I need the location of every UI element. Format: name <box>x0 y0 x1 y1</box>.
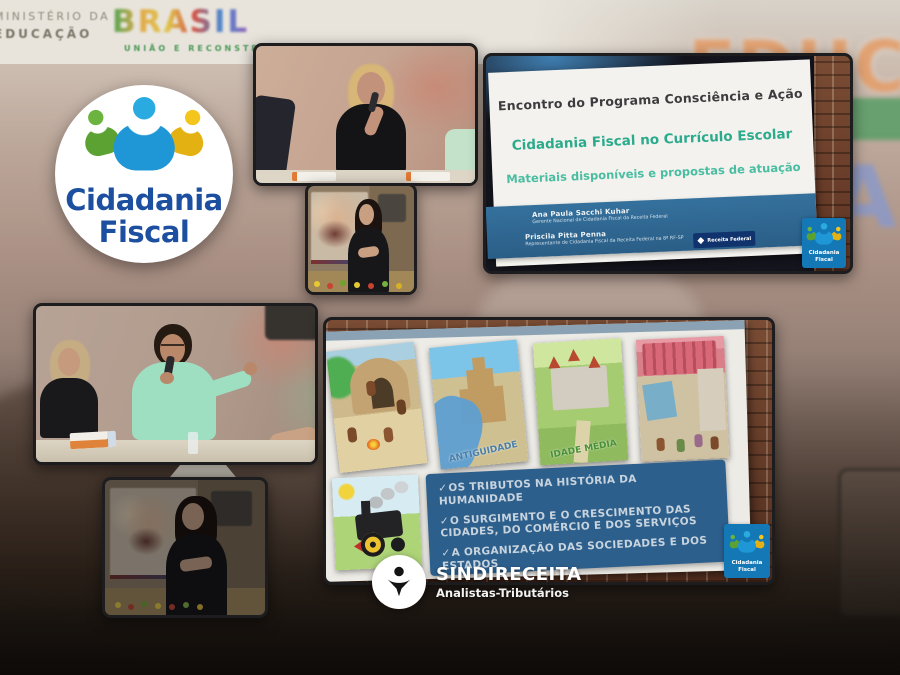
slide-intro-page: Encontro do Programa Consciência e Ação … <box>488 59 818 266</box>
interpreter-torso-shape <box>348 228 388 294</box>
interpreter-scene <box>308 186 414 292</box>
roof-shape <box>547 350 560 369</box>
brasil-gov-logo: BRASIL <box>112 4 249 40</box>
ministry-label: MINISTÉRIO DA EDUCAÇÃO <box>0 10 110 41</box>
speaker2-torso-shape <box>132 362 216 440</box>
mini-logo-line2: Fiscal <box>724 567 770 573</box>
ministry-line1: MINISTÉRIO DA <box>0 10 110 23</box>
water-glass-shape <box>188 432 198 454</box>
sindireceita-logo: SINDIRECEITA Analistas-Tributários <box>372 555 632 615</box>
receita-federal-logo: Receita Federal <box>693 231 756 249</box>
bullet-text: O SURGIMENTO E O CRESCIMENTO DAS CIDADES… <box>440 503 697 540</box>
slide-intro-subheading: Materiais disponíveis e propostas de atu… <box>492 159 814 186</box>
smoke-shape <box>394 481 409 494</box>
figures-shape <box>656 438 665 451</box>
roof-shape <box>567 343 580 362</box>
mic-hand-shape <box>160 372 174 384</box>
interpreter2-scene <box>105 480 265 615</box>
interpreter-face-shape <box>359 204 374 225</box>
mini-logo-line1: Cidadania <box>724 560 770 566</box>
history-card-middle-ages: IDADE MÉDIA <box>533 338 628 465</box>
person-blue-icon <box>738 531 756 555</box>
slide-history-page: ANTIGUIDADE IDADE MÉDIA <box>323 320 751 582</box>
roof-shape <box>587 349 600 368</box>
receita-federal-emblem-icon <box>697 237 704 244</box>
sindireceita-emblem-icon <box>372 555 426 609</box>
ministry-line2: EDUCAÇÃO <box>0 27 110 41</box>
slide-intro-panel: Encontro do Programa Consciência e Ação … <box>483 53 853 274</box>
photo-interpreter2-panel <box>102 477 268 618</box>
cidadania-fiscal-mini-logo: Cidadania Fiscal <box>724 524 770 578</box>
badge-line2: Fiscal <box>55 215 233 249</box>
history-card-modern-city <box>636 336 729 462</box>
name-card-shape <box>70 431 117 449</box>
check-icon: ✓ <box>440 515 450 527</box>
equipment-shape <box>378 194 406 222</box>
presenter-1: Ana Paula Sacchi Kuhar Gerente Nacional … <box>532 205 668 225</box>
train-wheel-shape <box>360 532 385 557</box>
bullet-item: ✓OS TRIBUTOS NA HISTÓRIA DA HUMANIDADE <box>438 469 715 508</box>
blue-structure-shape <box>642 381 677 421</box>
mini-logo-line2: Fiscal <box>802 257 846 263</box>
campfire-shape <box>366 438 380 450</box>
photo-speaker-scene <box>256 46 475 183</box>
interpreter-torso-shape <box>166 534 227 618</box>
guest-torso-shape <box>40 378 98 438</box>
check-icon: ✓ <box>438 482 448 494</box>
receita-federal-label: Receita Federal <box>707 235 751 243</box>
slide-intro-heading: Cidadania Fiscal no Currículo Escolar <box>491 125 813 154</box>
guest-face-shape <box>58 348 80 376</box>
person-blue-icon <box>815 223 833 247</box>
interpreter-face-shape <box>182 503 204 530</box>
badge-line1: Cidadania <box>55 183 233 217</box>
backdrop-ghost-panel <box>838 468 900 618</box>
sun-shape <box>338 483 355 500</box>
flowers-row-shape <box>115 602 121 608</box>
building-shape <box>697 368 726 431</box>
table-scene <box>36 306 315 462</box>
speaker2-hand-shape <box>244 362 257 375</box>
table-card-shape <box>406 172 450 181</box>
photo-table-panel <box>33 303 318 465</box>
cidadania-people-icon <box>806 223 842 247</box>
slide-history-panel: ANTIGUIDADE IDADE MÉDIA <box>323 317 775 585</box>
cidadania-fiscal-mini-logo: Cidadania Fiscal <box>802 218 846 268</box>
photo-interpreter-panel <box>305 183 417 295</box>
photo-speaker-panel <box>253 43 478 186</box>
glasses-shape <box>161 344 184 349</box>
slide-intro-title: Encontro do Programa Consciência e Ação <box>489 85 811 113</box>
person-blue-icon <box>114 97 175 179</box>
castle-shape <box>550 365 609 410</box>
path-shape <box>574 420 591 463</box>
bullet-item: ✓O SURGIMENTO E O CRESCIMENTO DAS CIDADE… <box>440 502 717 541</box>
cidadania-people-icon <box>729 531 765 555</box>
cidadania-fiscal-badge: Cidadania Fiscal <box>55 85 233 263</box>
table-card-shape <box>292 172 336 181</box>
history-card-antiquity: ANTIGUIDADE <box>429 340 528 470</box>
cidadania-people-icon <box>83 97 205 179</box>
sindireceita-tagline: Analistas-Tributários <box>436 586 569 600</box>
mini-logo-line1: Cidadania <box>802 250 846 256</box>
presenter-2: Priscila Pitta Penna Representante de Ci… <box>525 227 684 248</box>
sindireceita-name: SINDIRECEITA <box>436 564 582 585</box>
history-card-prehistory <box>326 342 427 473</box>
presenters-banner: Ana Paula Sacchi Kuhar Gerente Nacional … <box>486 193 818 259</box>
figures-shape <box>347 427 358 443</box>
train-wheel-shape <box>391 537 406 552</box>
dark-corner-shape <box>265 303 318 340</box>
bullet-text: OS TRIBUTOS NA HISTÓRIA DA HUMANIDADE <box>439 473 637 507</box>
sindireceita-person-glyph <box>380 563 418 601</box>
event-collage: MINISTÉRIO DA EDUCAÇÃO BRASIL UNIÃO E RE… <box>0 0 900 675</box>
